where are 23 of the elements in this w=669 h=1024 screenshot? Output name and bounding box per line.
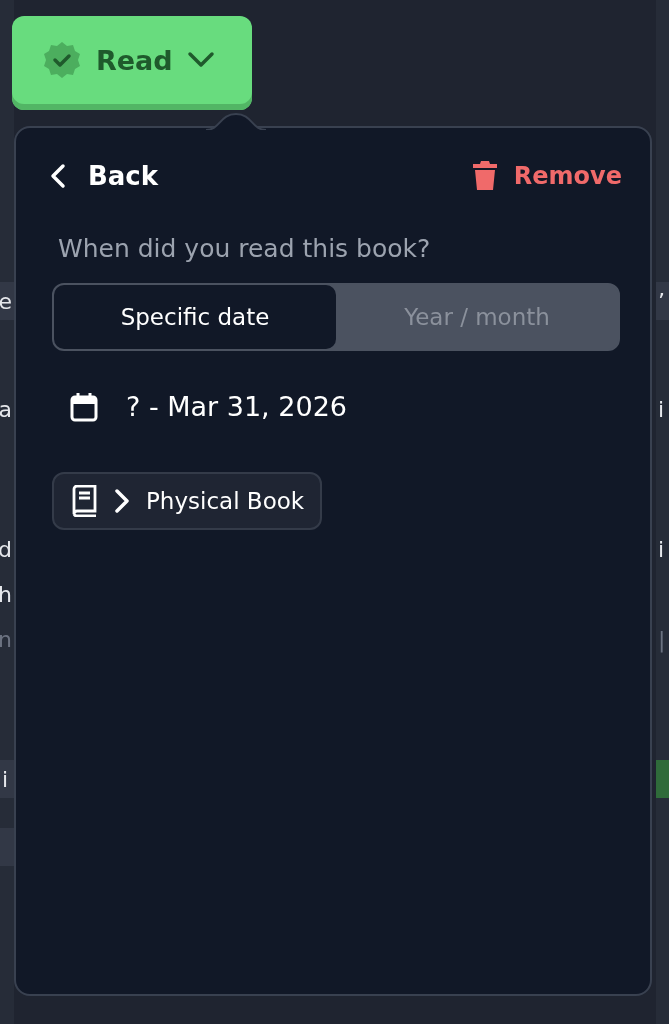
background-text: d (0, 535, 13, 564)
background-text: i (657, 395, 666, 424)
chevron-down-icon (186, 51, 215, 69)
date-mode-tab[interactable]: Specific date (54, 285, 336, 349)
calendar-icon (70, 391, 98, 422)
chevron-left-icon (50, 163, 66, 189)
background-text: e (0, 282, 14, 320)
background-text: h (0, 580, 13, 609)
background-text: i (0, 760, 14, 798)
background-text: a (0, 395, 13, 424)
remove-button[interactable]: Remove (471, 160, 622, 192)
date-range-button[interactable]: ? - Mar 31, 2026 (62, 385, 355, 428)
read-status-button[interactable]: Read (12, 16, 252, 110)
book-icon (70, 485, 98, 517)
back-button[interactable]: Back (50, 161, 159, 191)
format-button[interactable]: Physical Book (52, 472, 323, 530)
question-label: When did you read this book? (58, 234, 432, 263)
background-text: | (657, 625, 667, 655)
background-text: n (0, 625, 13, 654)
background-text: i (657, 535, 666, 564)
background-text: ’ (656, 282, 669, 320)
trash-icon (471, 160, 498, 192)
chevron-right-icon (114, 488, 130, 514)
